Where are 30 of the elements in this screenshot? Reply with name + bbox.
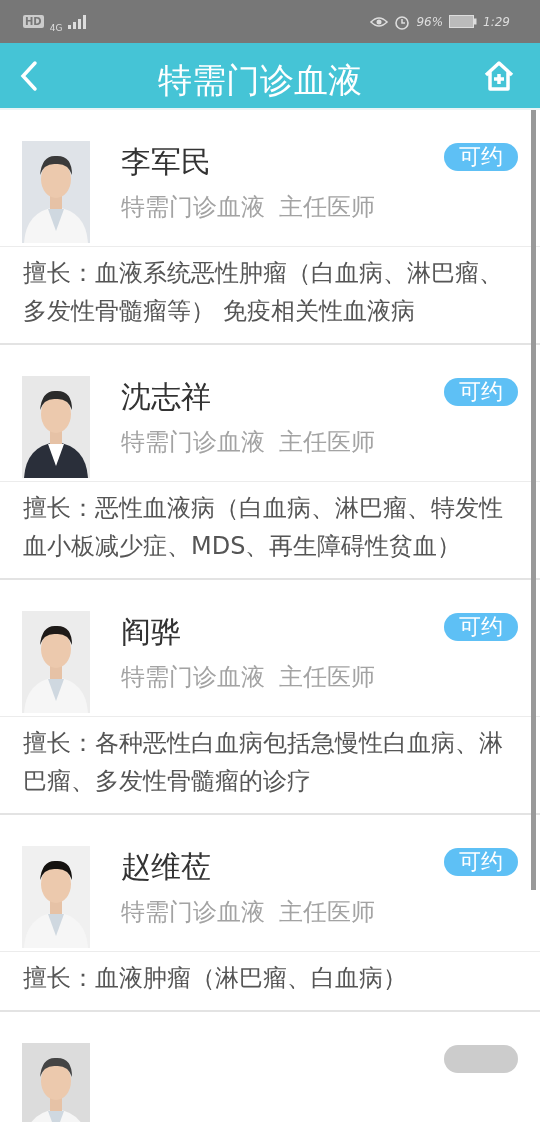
- eye-icon: [370, 15, 389, 28]
- status-badge: 可约: [444, 143, 518, 171]
- status-badge: 可约: [444, 613, 518, 641]
- alarm-icon: [394, 13, 411, 30]
- network-label: 4G: [49, 22, 63, 33]
- status-badge: 可约: [444, 378, 518, 406]
- doctor-title: 主任医师: [279, 427, 375, 458]
- department-label: 特需门诊血液: [121, 192, 265, 223]
- status-badge: 可约: [444, 848, 518, 876]
- doctor-title: 主任医师: [279, 192, 375, 223]
- department-label: 特需门诊血液: [121, 897, 265, 928]
- department-label: 特需门诊血液: [121, 427, 265, 458]
- battery-percent: 96%: [416, 14, 444, 29]
- doctor-title: 主任医师: [279, 897, 375, 928]
- battery-icon: [449, 15, 478, 28]
- doctor-name: 阎骅: [121, 613, 182, 651]
- doctor-name: 赵维莅: [121, 848, 212, 886]
- hd-indicator: HD: [23, 15, 44, 28]
- doctor-name: 沈志祥: [121, 378, 212, 416]
- specialty-text: 擅长：恶性血液病（白血病、淋巴瘤、特发性血小板减少症、MDS、再生障碍性贫血）: [22, 493, 504, 562]
- page-title: 特需门诊血液: [158, 58, 362, 102]
- specialty-text: 擅长：血液肿瘤（淋巴瘤、白血病）: [22, 963, 408, 994]
- specialty-text: 擅长：血液系统恶性肿瘤（白血病、淋巴瘤、多发性骨髓瘤等） 免疫相关性血液病: [22, 258, 504, 327]
- doctor-card[interactable]: 赵维莅 特需门诊血液 主任医师 可约 擅长：血液肿瘤（淋巴瘤、白血病）: [0, 815, 540, 1012]
- department-label: 特需门诊血液: [121, 662, 265, 693]
- clock: 1:29: [483, 14, 510, 29]
- doctor-title: 主任医师: [279, 662, 375, 693]
- doctor-name: 李军民: [121, 143, 212, 181]
- specialty-text: 擅长：各种恶性白血病包括急慢性白血病、淋巴瘤、多发性骨髓瘤的诊疗: [22, 728, 504, 797]
- signal-icon: [68, 14, 89, 29]
